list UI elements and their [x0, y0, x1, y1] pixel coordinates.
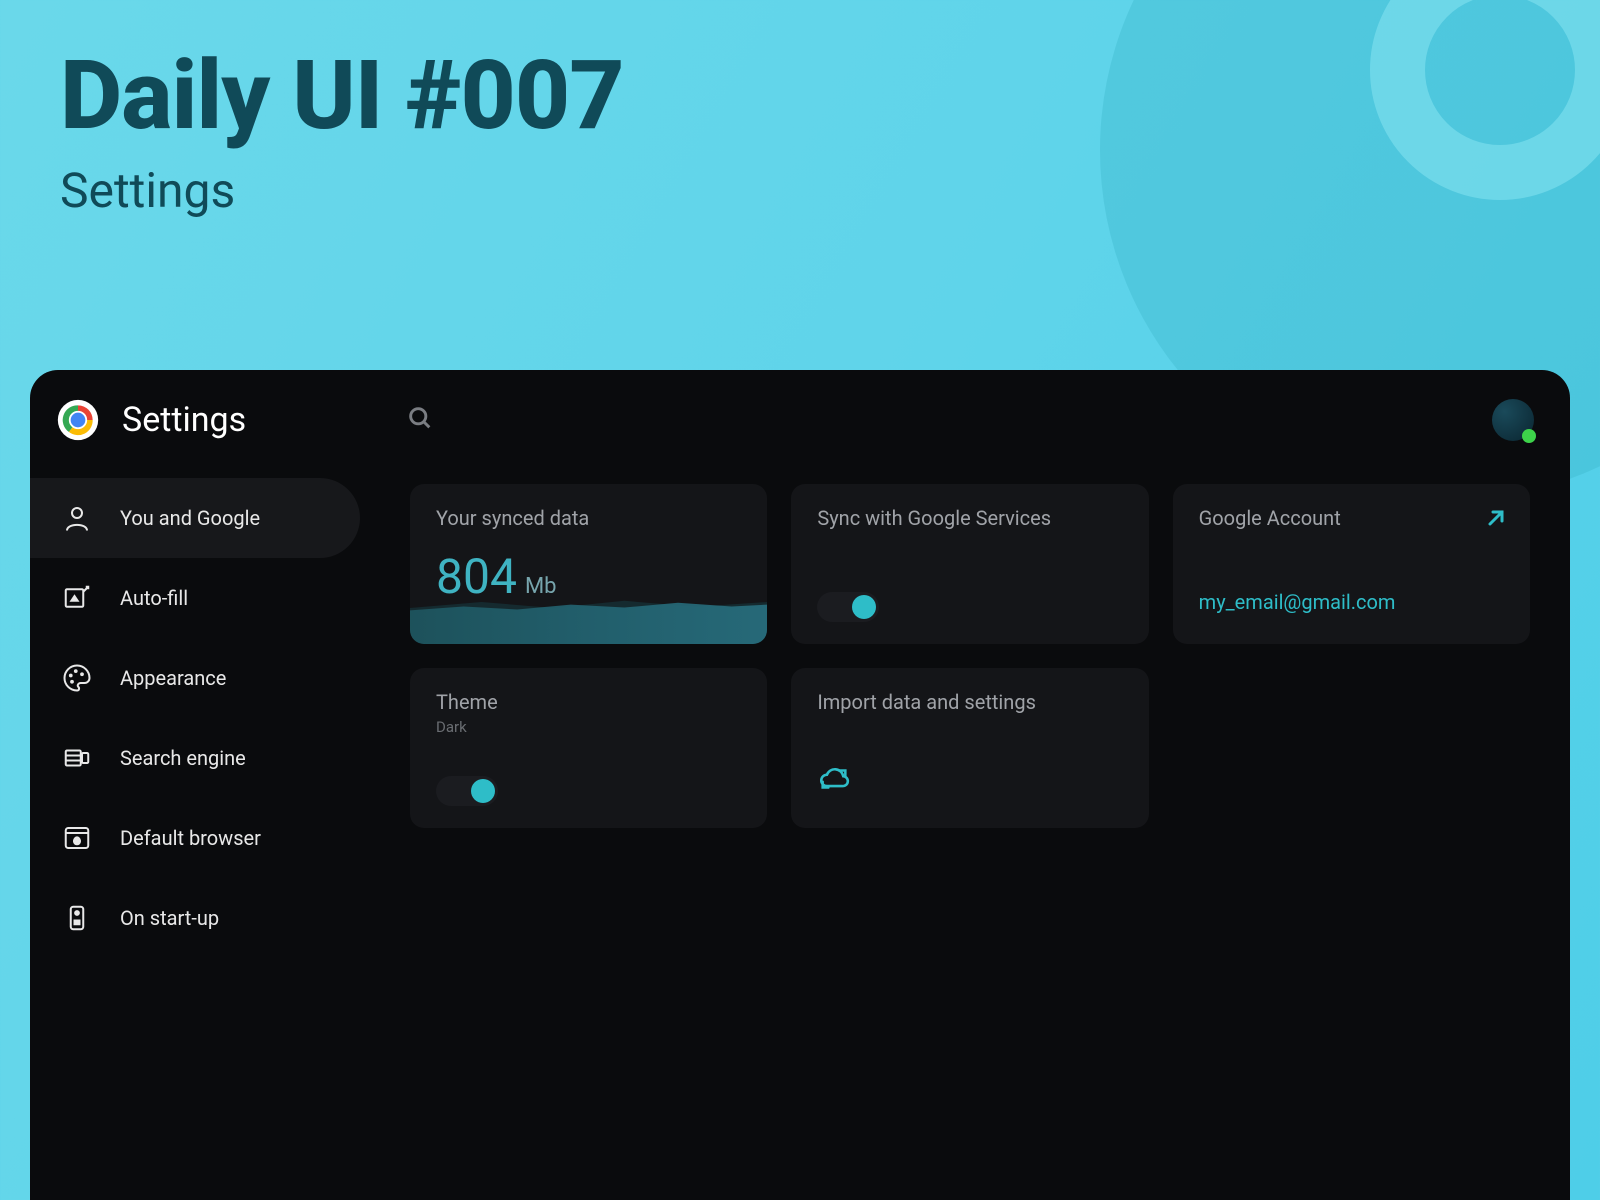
sidebar-item-label: On start-up [120, 906, 219, 930]
card-import-data[interactable]: Import data and settings [791, 668, 1148, 828]
sidebar-item-default-browser[interactable]: Default browser [30, 798, 360, 878]
theme-value: Dark [436, 718, 741, 736]
startup-icon [60, 901, 94, 935]
theme-toggle[interactable] [436, 776, 498, 806]
window-title: Settings [122, 400, 246, 440]
card-synced-data[interactable]: Your synced data 804 Mb [410, 484, 767, 644]
card-title: Theme [436, 690, 741, 714]
card-title: Google Account [1199, 506, 1504, 530]
autofill-icon [60, 581, 94, 615]
sidebar-item-label: Search engine [120, 746, 246, 770]
search-button[interactable] [406, 404, 434, 436]
sidebar-item-auto-fill[interactable]: Auto-fill [30, 558, 360, 638]
hero-subtitle: Settings [60, 162, 624, 219]
card-theme: Theme Dark [410, 668, 767, 828]
settings-window: Settings You and Google [30, 370, 1570, 1200]
account-email: my_email@gmail.com [1199, 590, 1504, 614]
card-title: Import data and settings [817, 690, 1122, 714]
sidebar-item-label: You and Google [120, 506, 260, 530]
synced-data-value: 804 Mb [436, 548, 741, 605]
topbar: Settings [30, 370, 1570, 470]
hero-header: Daily UI #007 Settings [60, 40, 624, 219]
card-title: Your synced data [436, 506, 741, 530]
sidebar-item-label: Default browser [120, 826, 261, 850]
sync-services-toggle[interactable] [817, 592, 879, 622]
sidebar-item-on-start-up[interactable]: On start-up [30, 878, 360, 958]
card-sync-services: Sync with Google Services [791, 484, 1148, 644]
card-title: Sync with Google Services [817, 506, 1122, 530]
search-engine-icon [60, 741, 94, 775]
sidebar-item-search-engine[interactable]: Search engine [30, 718, 360, 798]
content-grid: Your synced data 804 Mb Sync with Google… [390, 470, 1570, 1200]
person-icon [60, 501, 94, 535]
sidebar-item-label: Appearance [120, 666, 226, 690]
sidebar: You and Google Auto-fill [30, 470, 390, 1200]
sync-cloud-icon [817, 762, 1122, 800]
hero-title: Daily UI #007 [60, 40, 624, 152]
chrome-logo-icon [56, 398, 100, 442]
card-google-account[interactable]: Google Account my_email@gmail.com [1173, 484, 1530, 644]
avatar[interactable] [1492, 399, 1534, 441]
browser-icon [60, 821, 94, 855]
palette-icon [60, 661, 94, 695]
sidebar-item-appearance[interactable]: Appearance [30, 638, 360, 718]
sidebar-item-label: Auto-fill [120, 586, 188, 610]
external-link-icon[interactable] [1484, 506, 1508, 534]
sidebar-item-you-and-google[interactable]: You and Google [30, 478, 360, 558]
